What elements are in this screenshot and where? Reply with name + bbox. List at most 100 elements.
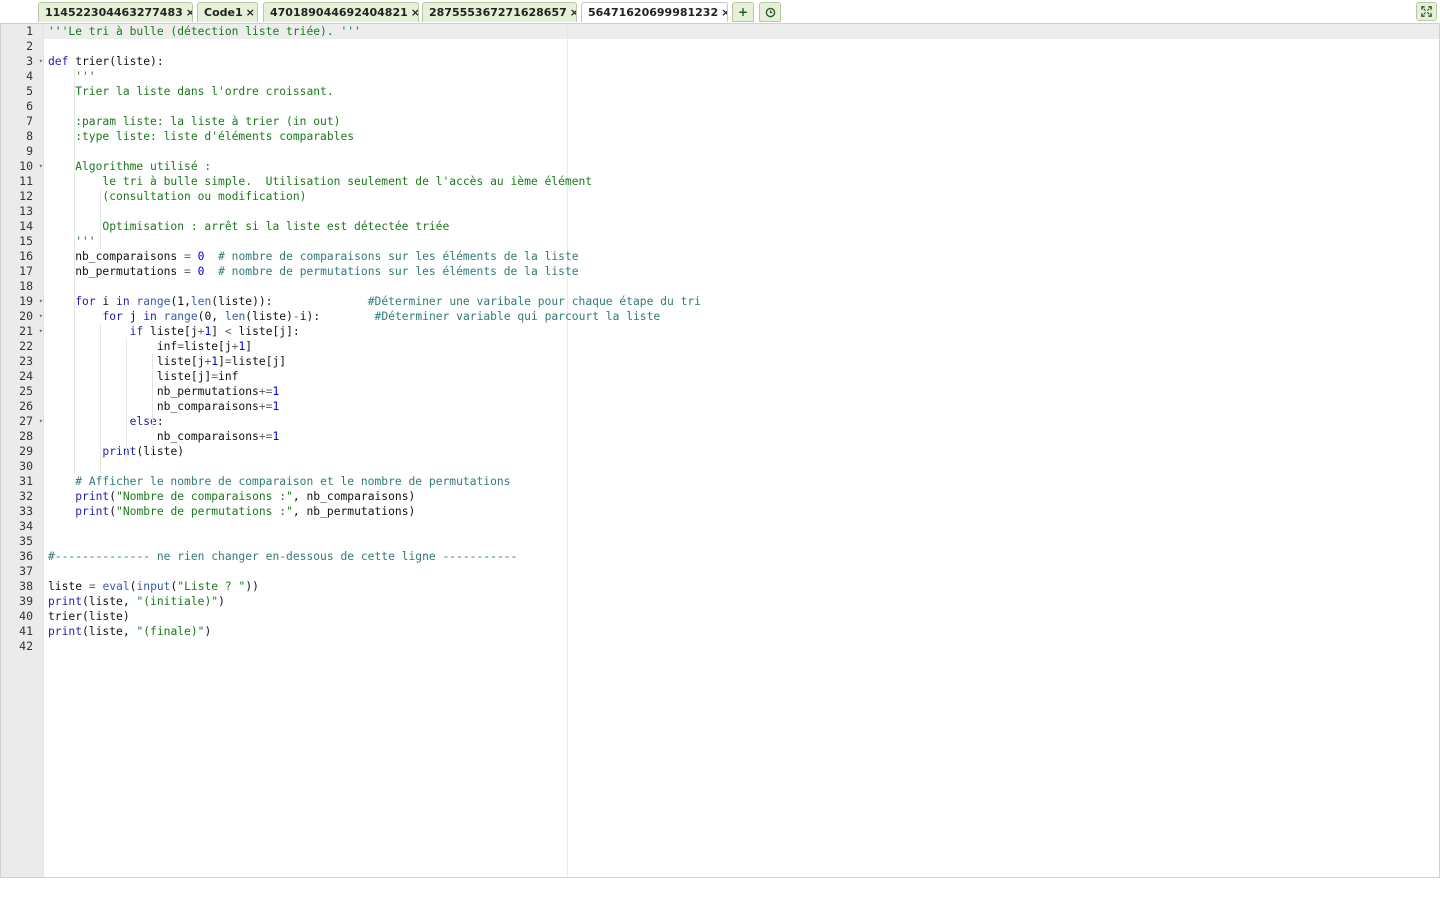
fold-arrow-icon[interactable]: ▾ (39, 294, 43, 309)
code-editor[interactable]: 1 2 3 ▾ 4 5 6 7 8 9 10 ▾ 11 12 13 14 15 16 17 18 19 ▾ 20 ▾ 21 ▾ 22… (0, 23, 1440, 878)
code-line[interactable]: ''' (48, 234, 95, 249)
fold-arrow-icon[interactable]: ▾ (39, 324, 43, 339)
code-token: ) (204, 625, 212, 638)
code-token: liste (48, 580, 89, 593)
tab-close-icon[interactable]: × (246, 6, 255, 19)
line-number-label: 19 (19, 294, 33, 308)
fold-arrow-icon[interactable]: ▾ (39, 414, 43, 429)
code-line[interactable]: liste[j]=inf (48, 369, 239, 384)
code-line[interactable]: print(liste) (48, 444, 184, 459)
fullscreen-button[interactable] (1416, 2, 1437, 21)
code-token: liste[j] (48, 370, 212, 383)
line-number-label: 30 (19, 459, 33, 473)
tab-file-4[interactable]: 287555367271628657× (422, 2, 577, 22)
line-number: 13 (1, 204, 44, 219)
code-line[interactable]: (consultation ou modification) (48, 189, 306, 204)
indent-guide (74, 69, 75, 249)
code-line[interactable]: Trier la liste dans l'ordre croissant. (48, 84, 333, 99)
line-number: 8 (1, 129, 44, 144)
code-line[interactable]: print("Nombre de permutations :", nb_per… (48, 504, 415, 519)
tab-file-3[interactable]: 470189044692404821× (263, 2, 419, 22)
line-number-label: 13 (19, 204, 33, 218)
code-line[interactable]: le tri à bulle simple. Utilisation seule… (48, 174, 592, 189)
code-token: i (95, 295, 117, 308)
line-number-label: 9 (26, 144, 33, 158)
line-number-label: 4 (26, 69, 33, 83)
code-line[interactable]: liste = eval(input("Liste ? ")) (48, 579, 259, 594)
code-line[interactable]: for i in range(1,len(liste)): #Détermine… (48, 294, 701, 309)
code-line[interactable]: ''' (48, 69, 96, 84)
code-line[interactable]: nb_comparaisons = 0 # nombre de comparai… (48, 249, 579, 264)
code-token: (1, (170, 295, 191, 308)
tab-label: 56471620699981232 (588, 6, 719, 19)
line-number: 34 (1, 519, 44, 534)
code-line[interactable]: nb_permutations+=1 (48, 384, 279, 399)
code-line[interactable]: Optimisation : arrêt si la liste est dét… (48, 219, 449, 234)
code-token: < (224, 325, 232, 338)
code-line[interactable]: liste[j+1]=liste[j] (48, 354, 286, 369)
fold-arrow-icon[interactable]: ▾ (39, 309, 43, 324)
line-number: 22 (1, 339, 44, 354)
fold-arrow-icon[interactable]: ▾ (39, 54, 43, 69)
line-number-label: 12 (19, 189, 33, 203)
code-line[interactable]: :type liste: liste d'éléments comparable… (48, 129, 354, 144)
tab-bar: 114522304463277483× Code1× 4701890446924… (0, 0, 1440, 23)
code-line[interactable]: # Afficher le nombre de comparaison et l… (48, 474, 510, 489)
line-number-label: 16 (19, 249, 33, 263)
code-line[interactable]: Algorithme utilisé : (48, 159, 211, 174)
code-line[interactable]: nb_comparaisons+=1 (48, 399, 279, 414)
code-token: # nombre de comparaisons sur les élément… (218, 250, 579, 263)
code-token: += (258, 430, 273, 443)
line-number: 28 (1, 429, 44, 444)
tab-close-icon[interactable]: × (186, 6, 192, 19)
code-token: "Nombre de comparaisons :" (116, 490, 293, 503)
code-token: liste[j] (231, 355, 287, 368)
tab-file-2[interactable]: Code1 × (197, 2, 258, 22)
code-token: trier(liste) (48, 610, 130, 623)
code-line[interactable]: print(liste, "(initiale)") (48, 594, 225, 609)
code-line[interactable]: inf=liste[j+1] (48, 339, 252, 354)
line-number: 5 (1, 84, 44, 99)
line-number: 37 (1, 564, 44, 579)
code-line[interactable]: else: (48, 414, 164, 429)
tab-close-icon[interactable]: × (721, 6, 727, 19)
tab-file-1[interactable]: 114522304463277483× (38, 2, 193, 22)
code-token: range (163, 310, 198, 323)
code-token: print (48, 595, 83, 608)
code-line[interactable]: '''Le tri à bulle (détection liste triée… (48, 24, 361, 39)
code-token: j (122, 310, 144, 323)
fold-arrow-icon[interactable]: ▾ (39, 159, 43, 174)
line-number: 27 ▾ (1, 414, 44, 429)
line-number-label: 31 (19, 474, 33, 488)
tab-close-icon[interactable]: × (570, 6, 576, 19)
tab-close-icon[interactable]: × (411, 6, 418, 19)
code-token: (liste, (82, 595, 137, 608)
line-number-label: 39 (19, 594, 33, 608)
line-number: 6 (1, 99, 44, 114)
tab-label: Code1 (204, 6, 243, 19)
code-line[interactable]: if liste[j+1] < liste[j]: (48, 324, 300, 339)
code-line[interactable]: nb_permutations = 0 # nombre de permutat… (48, 264, 578, 279)
code-token: len (224, 310, 246, 323)
code-line[interactable]: nb_comparaisons+=1 (48, 429, 279, 444)
code-line[interactable]: print(liste, "(finale)") (48, 624, 211, 639)
code-token: += (258, 385, 273, 398)
history-button[interactable] (759, 2, 781, 22)
code-line[interactable]: :param liste: la liste à trier (in out) (48, 114, 340, 129)
code-token: range (136, 295, 171, 308)
code-token: :type liste: liste d'éléments comparable… (48, 130, 355, 143)
code-line[interactable]: def trier(liste): (48, 54, 164, 69)
code-token: ''' (48, 70, 96, 83)
line-number-label: 18 (19, 279, 33, 293)
line-number: 17 (1, 264, 44, 279)
add-tab-button[interactable]: + (732, 2, 754, 22)
tab-label: 114522304463277483 (45, 6, 183, 19)
code-line[interactable]: trier(liste) (48, 609, 130, 624)
code-line[interactable]: #-------------- ne rien changer en-desso… (48, 549, 517, 564)
line-number-label: 7 (26, 114, 33, 128)
code-line[interactable]: print("Nombre de comparaisons :", nb_com… (48, 489, 415, 504)
tab-file-5-active[interactable]: 56471620699981232× (581, 2, 728, 22)
line-number: 18 (1, 279, 44, 294)
line-number-label: 15 (19, 234, 33, 248)
code-line[interactable]: for j in range(0, len(liste)-i): #Déterm… (48, 309, 660, 324)
